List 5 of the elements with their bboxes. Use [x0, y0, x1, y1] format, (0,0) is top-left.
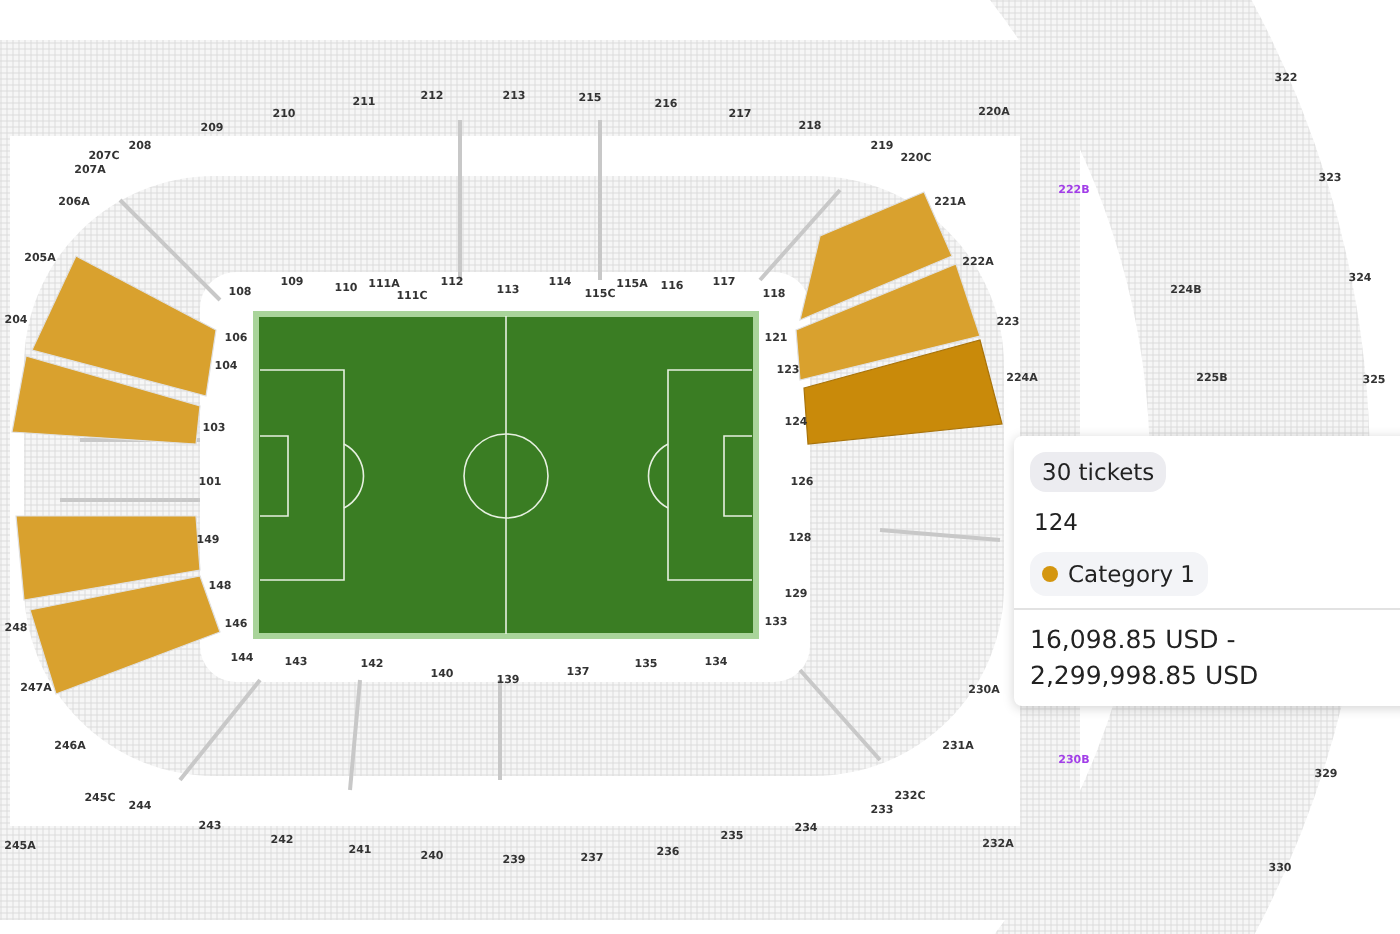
section-number: 124 [1032, 508, 1078, 536]
ticket-count-badge: 30 tickets [1030, 452, 1167, 492]
category-tag: Category 1 [1030, 552, 1208, 596]
price-range: 16,098.85 USD - 2,299,998.85 USD [1014, 608, 1400, 706]
seating-section[interactable] [803, 339, 1003, 445]
